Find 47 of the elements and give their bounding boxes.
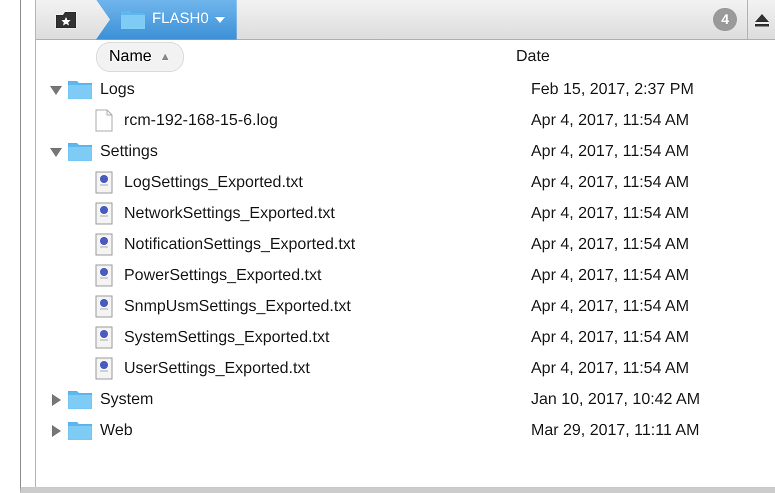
folder-name[interactable]: System	[100, 388, 154, 412]
text-file-icon	[95, 295, 113, 318]
disclosure-triangle-icon[interactable]	[50, 424, 62, 436]
name-column-header[interactable]: Name ▲	[96, 42, 184, 72]
text-file-icon	[95, 264, 113, 287]
file-name[interactable]: rcm-192-168-15-6.log	[124, 108, 278, 132]
text-file-icon	[95, 357, 113, 380]
file-name[interactable]: SnmpUsmSettings_Exported.txt	[124, 294, 351, 318]
folder-name[interactable]: Settings	[100, 140, 158, 164]
date-cell-text: Apr 4, 2017, 11:54 AM	[531, 142, 690, 162]
date-cell-text: Apr 4, 2017, 11:54 AM	[531, 204, 690, 224]
date-cell-text: Jan 10, 2017, 10:42 AM	[531, 390, 700, 410]
date-cell-text: Apr 4, 2017, 11:54 AM	[531, 358, 690, 378]
text-file-icon	[95, 171, 113, 194]
date-cell-text: Apr 4, 2017, 11:54 AM	[531, 172, 690, 192]
count-badge: 4	[713, 8, 737, 31]
eject-icon[interactable]	[754, 12, 770, 26]
text-file-icon	[95, 233, 113, 256]
file-name[interactable]: UserSettings_Exported.txt	[124, 356, 310, 380]
disclosure-triangle-icon[interactable]	[50, 394, 62, 406]
caret-icon	[214, 16, 225, 22]
date-cell-text: Apr 4, 2017, 11:54 AM	[531, 266, 690, 286]
folder-icon	[67, 141, 93, 162]
file-name[interactable]: NetworkSettings_Exported.txt	[124, 202, 335, 226]
disclosure-triangle-icon[interactable]	[50, 84, 62, 96]
file-name[interactable]: LogSettings_Exported.txt	[124, 170, 303, 194]
folder-icon	[120, 9, 146, 30]
document-icon	[95, 109, 113, 132]
date-cell-text: Apr 4, 2017, 11:54 AM	[531, 296, 690, 316]
folder-name[interactable]: Web	[100, 418, 133, 442]
date-cell-text: Apr 4, 2017, 11:54 AM	[531, 234, 690, 254]
folder-name[interactable]: Logs	[100, 78, 135, 102]
disclosure-triangle-icon[interactable]	[50, 146, 62, 158]
date-cell-text: Apr 4, 2017, 11:54 AM	[531, 328, 690, 348]
folder-icon	[67, 79, 93, 100]
text-file-icon	[95, 326, 113, 349]
file-name[interactable]: SystemSettings_Exported.txt	[124, 326, 330, 350]
folder-icon	[67, 420, 93, 441]
date-cell-text: Feb 15, 2017, 2:37 PM	[531, 80, 694, 100]
date-column-header[interactable]: Date	[516, 45, 550, 69]
favorites-icon[interactable]	[55, 10, 77, 28]
folder-icon	[67, 389, 93, 410]
file-name[interactable]: PowerSettings_Exported.txt	[124, 264, 322, 288]
date-cell-text: Apr 4, 2017, 11:54 AM	[531, 110, 690, 130]
text-file-icon	[95, 202, 113, 225]
date-cell-text: Mar 29, 2017, 11:11 AM	[531, 420, 700, 440]
file-name[interactable]: NotificationSettings_Exported.txt	[124, 232, 356, 256]
